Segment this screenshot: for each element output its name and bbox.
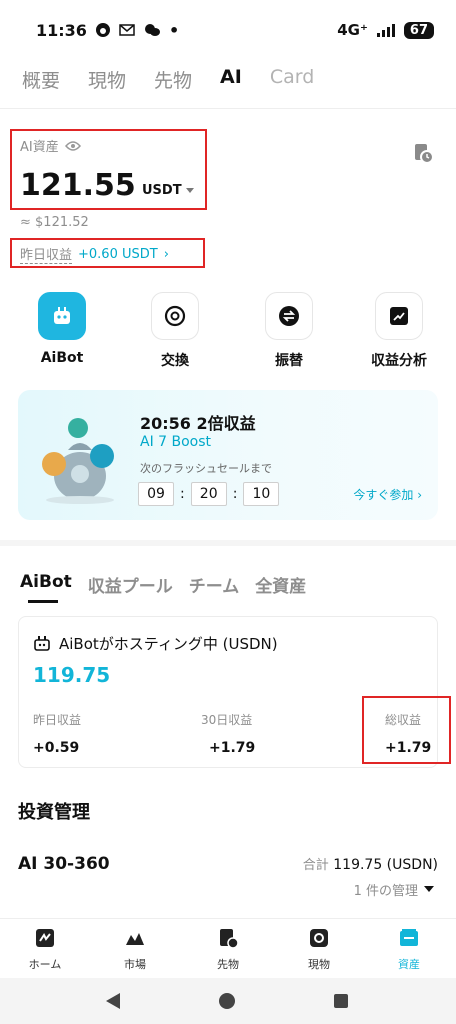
wallet-icon [400,929,418,946]
nav-label: 市場 [124,958,146,971]
yesterday-value: +0.60 USDT [78,246,158,262]
asset-unit-select[interactable]: USDT [142,183,194,198]
robot-icon [34,635,50,651]
promo-title: 20:56 2倍収益 [140,414,256,433]
stat-value: +1.79 [209,740,256,756]
timer-seconds: 10 [243,482,280,506]
home-circle-icon[interactable] [218,992,236,1010]
stat-30day: 30日収益 +1.79 [201,711,255,756]
eye-icon[interactable] [64,140,81,152]
tab-card[interactable]: Card [270,66,314,93]
aibot-card-header: AiBotがホスティング中 (USDN) [33,633,278,654]
tab-futures[interactable]: 先物 [154,66,192,93]
yesterday-label: 昨日収益 [20,244,73,264]
nav-label: 先物 [217,958,239,971]
money-bag-illustration [42,418,114,504]
network-label: 4G⁺ [337,21,368,39]
subtab-earnings-pool[interactable]: 収益プール [88,572,173,597]
join-now-link[interactable]: 今すぐ参加 › [353,486,422,503]
timer-hours: 09 [138,482,174,506]
subtab-all-assets[interactable]: 全資産 [255,572,306,597]
nav-label: 現物 [308,958,330,971]
invest-plan-name[interactable]: AI 30-360 [18,854,110,874]
countdown-timer: 09 : 20 : 10 [138,482,280,506]
asset-approx: ≈ $121.52 [20,215,89,230]
nav-label: 資産 [398,958,420,971]
spot-icon [310,929,328,947]
action-label: 収益分析 [371,353,427,369]
transfer-icon [265,292,313,340]
tab-overview[interactable]: 概要 [22,66,60,93]
tab-spot[interactable]: 現物 [88,66,126,93]
promo-banner[interactable]: 20:56 2倍収益 AI 7 Boost 次のフラッシュセールまで 09 : … [18,390,438,520]
asset-label: AI資産 [20,140,59,155]
promo-subtitle: AI 7 Boost [140,434,212,450]
stat-label: 30日収益 [201,713,253,727]
tab-ai[interactable]: AI [220,66,242,93]
action-transfer[interactable]: 振替 [239,292,339,370]
nav-futures[interactable]: 先物 [183,927,273,972]
stat-yesterday: 昨日収益 +0.59 [33,711,81,756]
mail-icon [119,24,135,36]
weather-icon [144,24,160,36]
subtab-aibot[interactable]: AiBot [20,572,72,597]
aibot-hosting-value: 119.75 [33,663,111,687]
history-icon[interactable] [412,142,434,164]
yesterday-earnings-row[interactable]: 昨日収益 +0.60 USDT › [20,244,169,264]
robot-icon [38,292,86,340]
home-icon [36,929,54,947]
caret-down-icon [424,886,434,892]
action-exchange[interactable]: 交換 [125,292,225,370]
status-time: 11:36 [36,20,87,40]
invest-manage-dropdown[interactable]: 1 件の管理 [354,880,434,899]
dot-icon: • [168,20,180,40]
back-icon[interactable] [104,992,122,1010]
sub-tabs: AiBot 収益プール チーム 全資産 [20,572,306,597]
nav-spot[interactable]: 現物 [274,927,364,972]
market-icon [126,933,144,945]
recents-icon[interactable] [332,992,350,1010]
total-earnings-highlight-box [362,696,451,764]
invest-manage-label: 1 件の管理 [353,884,418,899]
action-analysis[interactable]: 収益分析 [349,292,449,370]
battery-indicator: 67 [403,21,434,39]
chevron-right-icon: › [417,488,422,502]
nav-market[interactable]: 市場 [90,927,180,972]
invest-title: 投資管理 [18,802,90,823]
action-label: AiBot [40,350,84,366]
action-aibot[interactable]: AiBot [12,292,112,366]
asset-label-row: AI資産 [20,136,81,155]
stat-value: +0.59 [33,740,80,756]
invest-total-label: 合計 [302,858,329,873]
invest-total: 合計 119.75 (USDN) [303,854,438,873]
action-label: 交換 [161,353,189,369]
status-bar: 11:36 • 4G⁺ 67 [0,0,456,60]
action-label: 振替 [275,353,303,369]
divider [0,108,456,109]
active-tab-indicator [28,600,58,603]
bottom-nav: ホーム 市場 先物 現物 資産 [0,918,456,978]
invest-total-value: 119.75 (USDN) [333,857,438,873]
chart-icon [375,292,423,340]
chevron-right-icon: › [163,246,169,262]
asset-value: 121.55 [20,168,136,203]
asset-unit: USDT [142,183,182,198]
nav-home[interactable]: ホーム [0,927,90,972]
section-separator [0,540,456,546]
aibot-card-title: AiBotがホスティング中 (USDN) [59,635,278,653]
signal-icon [376,24,395,37]
stat-label: 昨日収益 [33,713,82,727]
caret-down-icon [185,187,194,193]
subtab-team[interactable]: チーム [189,572,240,597]
exchange-icon [151,292,199,340]
futures-icon [220,929,239,949]
timer-minutes: 20 [190,482,227,506]
nav-label: ホーム [28,958,62,971]
nav-assets[interactable]: 資産 [364,927,454,972]
top-tabs: 概要 現物 先物 AI Card [22,66,314,93]
system-nav-bar [0,978,456,1024]
app-d-icon [95,23,110,37]
join-label: 今すぐ参加 [353,488,414,502]
promo-note: 次のフラッシュセールまで [140,462,272,475]
